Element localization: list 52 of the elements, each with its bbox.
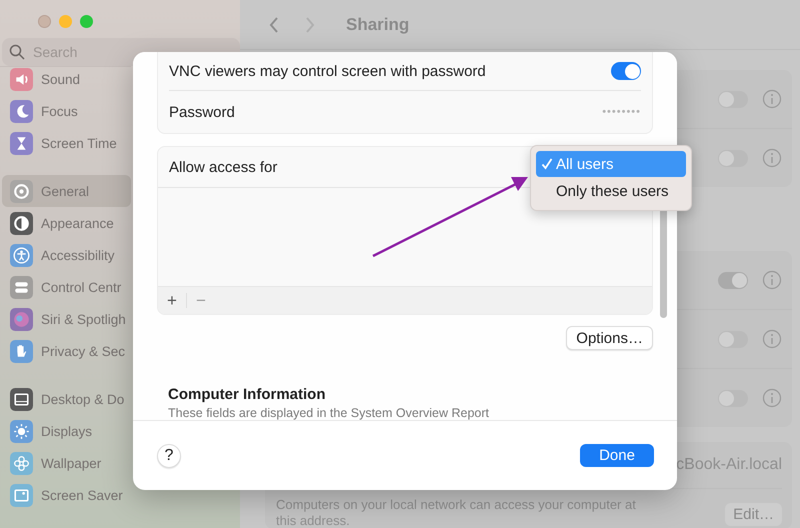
sidebar-item[interactable]: Screen Time [2,127,131,159]
sidebar-item[interactable]: Sound [2,67,131,95]
sidebar-item[interactable]: General [2,175,131,207]
sidebar-item[interactable]: Appearance [2,207,131,239]
info-icon[interactable] [762,270,782,290]
page-title: Sharing [346,14,410,34]
toggles-icon [10,276,33,298]
sidebar-item[interactable]: Screen Saver [2,479,131,511]
password-label: Password [169,104,235,120]
flower-icon [10,452,33,474]
sidebar-item[interactable]: Wallpaper [2,447,131,479]
add-button[interactable]: + [158,287,186,314]
search-icon [9,44,25,60]
check-icon [541,158,553,170]
zoom-button[interactable] [80,15,93,28]
edit-button[interactable]: Edit… [725,503,782,526]
help-button[interactable]: ? [157,444,181,468]
moon-icon [10,100,33,122]
hand-icon [10,340,33,362]
back-icon[interactable] [268,16,280,34]
info-icon[interactable] [762,148,782,168]
sidebar-item[interactable]: Desktop & Do [2,383,131,415]
screen-saver-icon [10,484,33,506]
sun-icon [10,420,33,442]
toggle-switch[interactable] [611,62,641,80]
sidebar-item[interactable]: Siri & Spotligh [2,303,131,335]
options-button[interactable]: Options… [566,326,653,350]
sidebar-item[interactable]: Privacy & Sec [2,335,131,367]
sidebar-item[interactable]: Control Centr [2,271,131,303]
sidebar-item[interactable]: Focus [2,95,131,127]
minimize-button[interactable] [59,15,72,28]
section-subtitle: These fields are displayed in the System Overview Report [168,406,490,420]
accessibility-icon [10,244,33,266]
sidebar-item[interactable]: Accessibility [2,239,131,271]
menu-item[interactable]: Only these users [536,178,686,204]
close-button[interactable] [38,15,51,28]
done-button[interactable]: Done [580,444,654,467]
orb-icon [10,308,33,330]
window-icon [10,388,33,410]
menu-item[interactable]: All users [536,151,686,177]
gear-icon [10,180,33,202]
speaker-icon [10,68,33,90]
info-icon[interactable] [762,89,782,109]
info-icon[interactable] [762,388,782,408]
access-label: Allow access for [169,158,278,176]
info-icon[interactable] [762,329,782,349]
password-field[interactable]: •••••••• [602,106,641,118]
section-title: Computer Information [168,386,326,403]
toggle-switch[interactable] [718,272,748,288]
sidebar-item[interactable]: Displays [2,415,131,447]
forward-icon[interactable] [304,16,316,34]
hourglass-icon [10,132,33,154]
